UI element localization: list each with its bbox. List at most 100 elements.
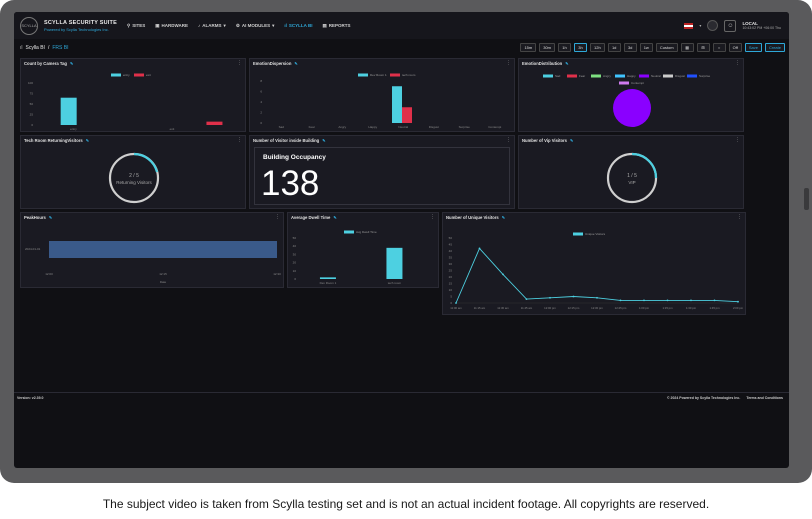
legend-label: Dev Room 1 [370, 73, 387, 77]
emotion-dispersion-chart: Dev Room 1 tech room 8 6 4 2 0 Sad Fear Angry Happ… [260, 73, 501, 129]
legend-label: Contempt [631, 81, 644, 85]
gauge-label: VIP [628, 180, 635, 185]
nav-item-ai-modules[interactable]: ⚙ AI MODULES ▾ [236, 23, 275, 29]
x-tick-label: Fear [309, 125, 315, 129]
time-range-15m[interactable]: 15m [520, 43, 537, 52]
x-tick-label: 12:00 [45, 272, 53, 276]
peak-hours-chart: 2024-01-01 12:00 12:15 12:30 Date [25, 241, 281, 284]
time-range-custom[interactable]: Custom [655, 43, 678, 52]
create-button[interactable]: Create [764, 43, 785, 52]
x-tick-label: 12:15 [159, 272, 167, 276]
y-tick-label: 15 [449, 282, 453, 286]
time-range-1w[interactable]: 1w [639, 43, 653, 52]
data-point [572, 295, 575, 298]
report-icon: ▤ [322, 22, 327, 28]
chart-icon: ıl [284, 23, 287, 28]
time-range-1d[interactable]: 1d [607, 43, 621, 52]
x-tick-label: 2:00 pm [733, 306, 744, 310]
save-button[interactable]: Save [744, 43, 762, 52]
x-tick-label: 12:30 pm [591, 306, 603, 310]
y-tick-label: 6 [260, 90, 262, 94]
data-point [455, 302, 457, 304]
nav-item-scylla-bi[interactable]: ıl SCYLLA BI [284, 23, 312, 29]
y-tick-label: 100 [28, 81, 33, 85]
y-tick-label: 10 [449, 288, 453, 292]
x-tick-label: entry [70, 127, 77, 131]
nav-item-label: ALARMS [202, 23, 222, 28]
legend-swatch [619, 81, 629, 85]
y-tick-label: 0 [260, 121, 262, 125]
x-tick-label: Disgust [429, 125, 439, 129]
legend-swatch [543, 74, 553, 78]
count-chart: entry exit 100 75 50 25 0 entry exit [28, 73, 223, 131]
occupancy-value: 138 [261, 164, 320, 203]
calendar-icon[interactable]: ▦ [680, 43, 694, 52]
x-tick-label: tech room [388, 281, 402, 285]
x-tick-label: 1:00 pm [639, 306, 650, 310]
copyright-text: © 2024 Powered by Scylla Technologies In… [666, 395, 741, 400]
legend-label: Sad [555, 74, 561, 78]
x-tick-label: Contempt [488, 125, 501, 129]
data-point [502, 273, 504, 276]
y-tick-label: 0 [294, 277, 296, 281]
language-flag-icon[interactable] [684, 22, 694, 29]
app-title: SCYLLA SECURITY SUITE [44, 19, 117, 26]
panel-emotion-dispersion: EmotionDispersion ✎ ⋮ Dev Room 1 tech room… [249, 58, 515, 132]
user-icon[interactable]: ☺ [724, 19, 737, 32]
edit-icon[interactable]: ✎ [322, 138, 325, 143]
nav-item-hardware[interactable]: ▣ HARDWARE [155, 23, 188, 29]
series-line-unique-visitors [455, 247, 739, 304]
x-tick-label: Neutral [398, 125, 408, 129]
y-tick-label: 8 [260, 79, 262, 83]
nav-item-reports[interactable]: ▤ REPORTS [323, 23, 351, 29]
legend-swatch [111, 73, 121, 77]
legend-swatch [358, 73, 368, 77]
bell-icon: ♪ [198, 23, 201, 28]
nav-item-sites[interactable]: ⚲ SITES [127, 23, 145, 29]
grid-icon[interactable]: ⊞ [696, 43, 710, 52]
app-screen: SCYLLA SCYLLA SECURITY SUITE Powered by … [14, 12, 789, 468]
legend-swatch [567, 74, 577, 78]
user-info[interactable]: LOCAL 10:43:02 PM +06:00 Thu [742, 21, 781, 30]
gauge-value: 2 / 5 [129, 173, 139, 179]
legend-label: tech room [402, 73, 416, 77]
chevron-down-icon: ▾ [272, 22, 275, 28]
terms-link[interactable]: Terms and Conditions [746, 396, 783, 400]
settings-icon[interactable] [707, 20, 719, 31]
panel-title: Number of Visitor inside Building ✎ [253, 138, 326, 143]
legend-swatch [663, 74, 673, 78]
legend-swatch [615, 74, 625, 78]
data-point [690, 299, 692, 302]
peak-hours-bar [49, 241, 277, 258]
time-range-3h[interactable]: 3h [574, 43, 587, 52]
off-button[interactable]: Off [728, 43, 742, 52]
top-nav: SCYLLA SCYLLA SECURITY SUITE Powered by … [14, 12, 789, 39]
legend-label: Neutral [651, 74, 661, 78]
menu-icon[interactable]: ⋮ [506, 137, 511, 143]
y-tick-label: 30 [293, 252, 297, 256]
legend-label: entry [123, 73, 130, 77]
legend-swatch [344, 230, 354, 234]
occupancy-card: Building Occupancy 138 [254, 147, 510, 205]
nav-item-label: HARDWARE [161, 23, 189, 28]
time-range-1h[interactable]: 1h [558, 43, 571, 52]
y-tick-label: 2024-01-01 [25, 247, 41, 251]
gear-icon: ⚙ [235, 22, 240, 28]
time-range-12h[interactable]: 12h [590, 43, 605, 52]
x-tick-label: 11:15 am [474, 306, 486, 310]
y-tick-label: 0 [450, 301, 452, 305]
chevron-down-icon[interactable]: ▾ [699, 23, 701, 28]
time-range-3d[interactable]: 3d [623, 43, 637, 52]
time-range-30m[interactable]: 30m [539, 43, 555, 52]
x-tick-label: Sad [279, 125, 285, 129]
refresh-icon[interactable]: ○ [712, 43, 726, 52]
x-axis-label: Date [160, 280, 167, 284]
x-tick-label: Happy [368, 125, 377, 129]
legend-label: Unique Visitors [585, 232, 606, 236]
breadcrumb-root[interactable]: Scylla BI [26, 45, 45, 51]
y-tick-label: 45 [449, 243, 453, 247]
y-tick-label: 2 [260, 111, 262, 115]
nav-item-alarms[interactable]: ♪ ALARMS ▾ [198, 23, 226, 29]
nav-menu: ⚲ SITES ▣ HARDWARE ♪ ALARMS ▾ ⚙ AI MODULES ▾ ıl SCY… [127, 23, 351, 29]
gauge-progress [133, 152, 159, 173]
